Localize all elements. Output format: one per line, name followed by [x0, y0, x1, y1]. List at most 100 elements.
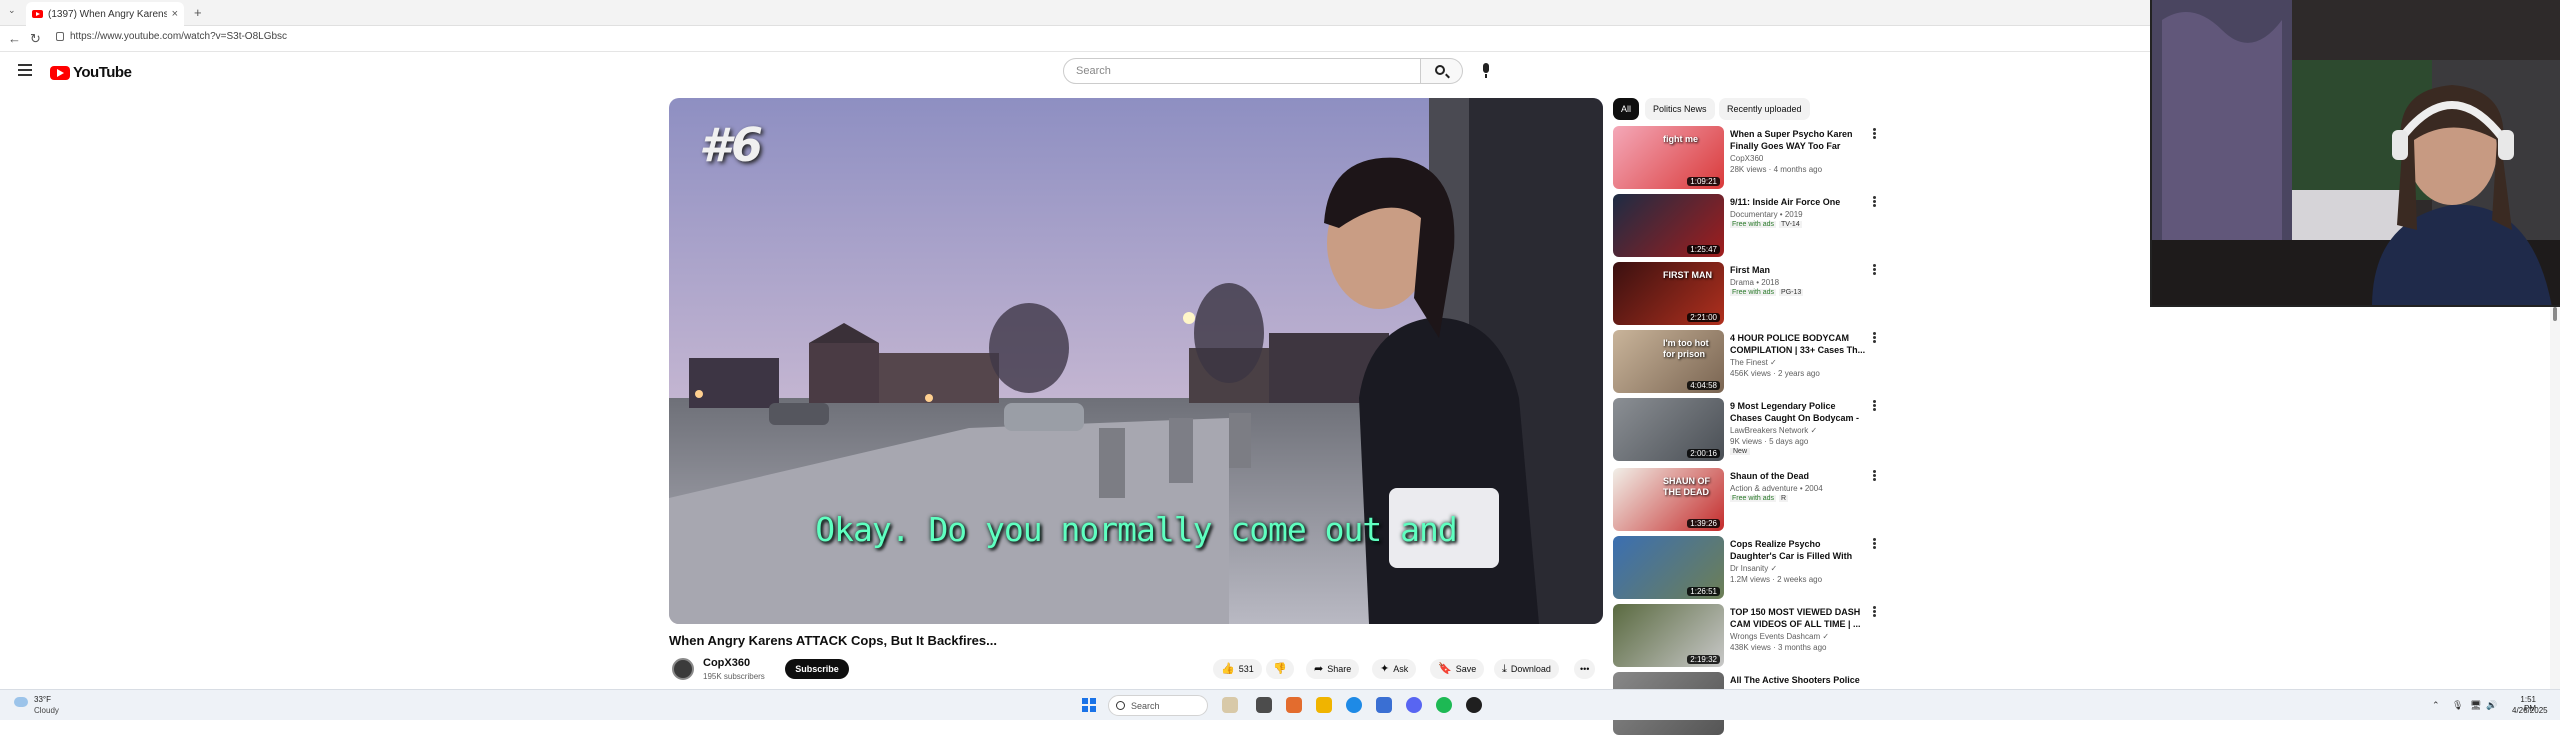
channel-avatar[interactable] [672, 658, 694, 680]
scrollbar-thumb[interactable] [2553, 307, 2557, 321]
share-button[interactable]: ➦ Share [1306, 659, 1360, 679]
recommendation-thumbnail[interactable]: 2:00:16 [1613, 398, 1724, 461]
thumbnail-overlay-text: I'm too hot for prison [1663, 338, 1709, 359]
new-tab-button[interactable]: + [194, 5, 202, 20]
ask-button[interactable]: ✦ Ask [1372, 659, 1417, 679]
youtube-logo[interactable]: YouTube [50, 64, 132, 81]
recommendation-channel[interactable]: CopX360 [1730, 154, 1763, 163]
back-arrow-icon[interactable]: ← [8, 31, 21, 46]
recommendation-channel[interactable]: Dr Insanity ✓ [1730, 564, 1777, 573]
recommendation-title[interactable]: 9 Most Legendary Police Chases Caught On… [1730, 400, 1868, 424]
subscribe-button[interactable]: Subscribe [785, 659, 849, 679]
taskbar-app-discord-icon[interactable] [1406, 697, 1422, 713]
taskbar-app-obs-icon[interactable] [1466, 697, 1482, 713]
content-rating-badge: PG-13 [1779, 289, 1804, 296]
recommendation-item[interactable]: 1:25:47 9/11: Inside Air Force One Documen… [1613, 194, 1883, 258]
more-options-icon[interactable] [1873, 128, 1877, 142]
recommendation-thumbnail[interactable]: FIRST MAN 2:21:00 [1613, 262, 1724, 325]
recommendation-item[interactable]: fight me 1:09:21 When a Super Psycho Karen… [1613, 126, 1883, 190]
browser-tab[interactable]: (1397) When Angry Karens ATTACK Cops, Bu… [26, 2, 184, 26]
download-button[interactable]: ⤓ Download [1494, 659, 1559, 679]
close-tab-icon[interactable]: × [172, 8, 178, 20]
recommendation-channel[interactable]: The Finest ✓ [1730, 358, 1777, 367]
more-options-icon[interactable] [1873, 332, 1877, 346]
taskbar-app-task-view-icon[interactable] [1256, 697, 1272, 713]
recommendation-thumbnail[interactable]: SHAUN OF THE DEAD 1:39:26 [1613, 468, 1724, 531]
recommendation-channel[interactable]: LawBreakers Network ✓ [1730, 426, 1817, 435]
recommendation-title[interactable]: 9/11: Inside Air Force One [1730, 196, 1868, 208]
recommendation-channel[interactable]: Action & adventure • 2004 [1730, 484, 1823, 493]
video-duration: 1:25:47 [1687, 245, 1720, 254]
url-field[interactable]: https://www.youtube.com/watch?v=S3t-O8LG… [70, 31, 287, 42]
recommendation-item[interactable]: FIRST MAN 2:21:00 First Man Drama • 2018 Fre… [1613, 262, 1883, 326]
recommendation-item[interactable]: 1:26:51 Cops Realize Psycho Daughter's Ca… [1613, 536, 1883, 600]
weather-condition[interactable]: Cloudy [34, 706, 59, 715]
recommendation-title[interactable]: 4 HOUR POLICE BODYCAM COMPILATION | 33+ … [1730, 332, 1868, 356]
cloud-icon[interactable] [14, 697, 28, 707]
weather-temperature[interactable]: 33°F [34, 695, 51, 704]
recommendation-thumbnail[interactable]: 2:19:32 [1613, 604, 1724, 667]
recommendation-badges: Free with ads R [1730, 495, 1789, 502]
recommendation-item[interactable]: 2:00:16 9 Most Legendary Police Chases Ca… [1613, 398, 1883, 462]
taskbar-app-store-icon[interactable] [1376, 697, 1392, 713]
taskbar-app-edge-icon[interactable] [1346, 697, 1362, 713]
recommendation-item[interactable]: I'm too hot for prison 4:04:58 4 HOUR POLI… [1613, 330, 1883, 394]
recommendation-item[interactable]: 2:19:32 TOP 150 MOST VIEWED DASH CAM VIDE… [1613, 604, 1883, 668]
taskbar-app-widget-icon[interactable] [1222, 697, 1238, 713]
microphone-tray-icon[interactable]: 🎙 [2452, 700, 2463, 711]
recommendation-item[interactable]: SHAUN OF THE DEAD 1:39:26 Shaun of the Dea… [1613, 468, 1883, 532]
recommendation-title[interactable]: TOP 150 MOST VIEWED DASH CAM VIDEOS OF A… [1730, 606, 1868, 630]
recommendation-thumbnail[interactable]: I'm too hot for prison 4:04:58 [1613, 330, 1724, 393]
search-button[interactable] [1421, 58, 1463, 84]
search-input[interactable]: Search [1063, 58, 1421, 84]
volume-icon[interactable]: 🔊 [2486, 700, 2497, 711]
like-count: 531 [1238, 664, 1254, 674]
save-label: Save [1455, 664, 1477, 674]
more-options-icon[interactable] [1873, 264, 1877, 278]
tray-chevron-icon[interactable]: ⌃ [2432, 700, 2440, 711]
more-actions-button[interactable]: ••• [1574, 659, 1596, 679]
more-options-icon[interactable] [1873, 606, 1877, 620]
recommendation-title[interactable]: When a Super Psycho Karen Finally Goes W… [1730, 128, 1868, 152]
free-with-ads-badge: Free with ads [1730, 221, 1777, 228]
free-with-ads-badge: Free with ads [1730, 289, 1777, 296]
recommendation-thumbnail[interactable]: fight me 1:09:21 [1613, 126, 1724, 189]
more-options-icon[interactable] [1873, 196, 1877, 210]
recommendation-title[interactable]: Cops Realize Psycho Daughter's Car is Fi… [1730, 538, 1868, 562]
network-icon[interactable]: 🖥 [2470, 700, 2481, 711]
more-options-icon[interactable] [1873, 470, 1877, 484]
clock-date[interactable]: 4/26/2025 [2512, 706, 2548, 715]
recommendation-thumbnail[interactable]: 1:25:47 [1613, 194, 1724, 257]
chip-recently-uploaded[interactable]: Recently uploaded [1719, 98, 1810, 120]
dislike-button[interactable]: 👎 [1266, 659, 1294, 679]
tab-list-chevron-icon[interactable]: ⌄ [8, 5, 16, 16]
channel-name[interactable]: CopX360 [703, 657, 750, 669]
recommendation-channel[interactable]: Documentary • 2019 [1730, 210, 1803, 219]
menu-icon[interactable] [18, 64, 32, 76]
recommendation-thumbnail[interactable]: 1:26:51 [1613, 536, 1724, 599]
taskbar-search[interactable]: Search [1108, 695, 1208, 716]
save-button[interactable]: 🔖 Save [1430, 659, 1485, 679]
taskbar-app-spotify-icon[interactable] [1436, 697, 1452, 713]
video-player[interactable]: #6 Okay. Do you normally come out and [669, 98, 1603, 624]
page-scrollbar[interactable] [2550, 307, 2560, 689]
recommendation-title[interactable]: Shaun of the Dead [1730, 470, 1868, 482]
taskbar-app-office-icon[interactable] [1286, 697, 1302, 713]
recommendation-channel[interactable]: Drama • 2018 [1730, 278, 1779, 287]
recommendation-title[interactable]: First Man [1730, 264, 1868, 276]
thumbnail-overlay-text: SHAUN OF THE DEAD [1663, 476, 1710, 497]
reload-icon[interactable]: ↻ [30, 31, 41, 47]
chip-all[interactable]: All [1613, 98, 1640, 120]
more-options-icon[interactable] [1873, 538, 1877, 552]
channel-subscriber-count: 195K subscribers [703, 672, 765, 681]
ask-label: Ask [1393, 664, 1409, 674]
start-button[interactable] [1082, 698, 1096, 712]
taskbar-app-file-explorer-icon[interactable] [1316, 697, 1332, 713]
voice-search-button[interactable] [1475, 60, 1497, 82]
recommendation-channel[interactable]: Wrongs Events Dashcam ✓ [1730, 632, 1829, 641]
like-button[interactable]: 👍 531 [1213, 659, 1262, 679]
chip-politics-news[interactable]: Politics News [1645, 98, 1715, 120]
more-options-icon[interactable] [1873, 400, 1877, 414]
recommendation-item[interactable]: All The Active Shooters Police ... [1613, 672, 1883, 735]
recommendation-badges: Free with ads TV-14 [1730, 221, 1802, 228]
